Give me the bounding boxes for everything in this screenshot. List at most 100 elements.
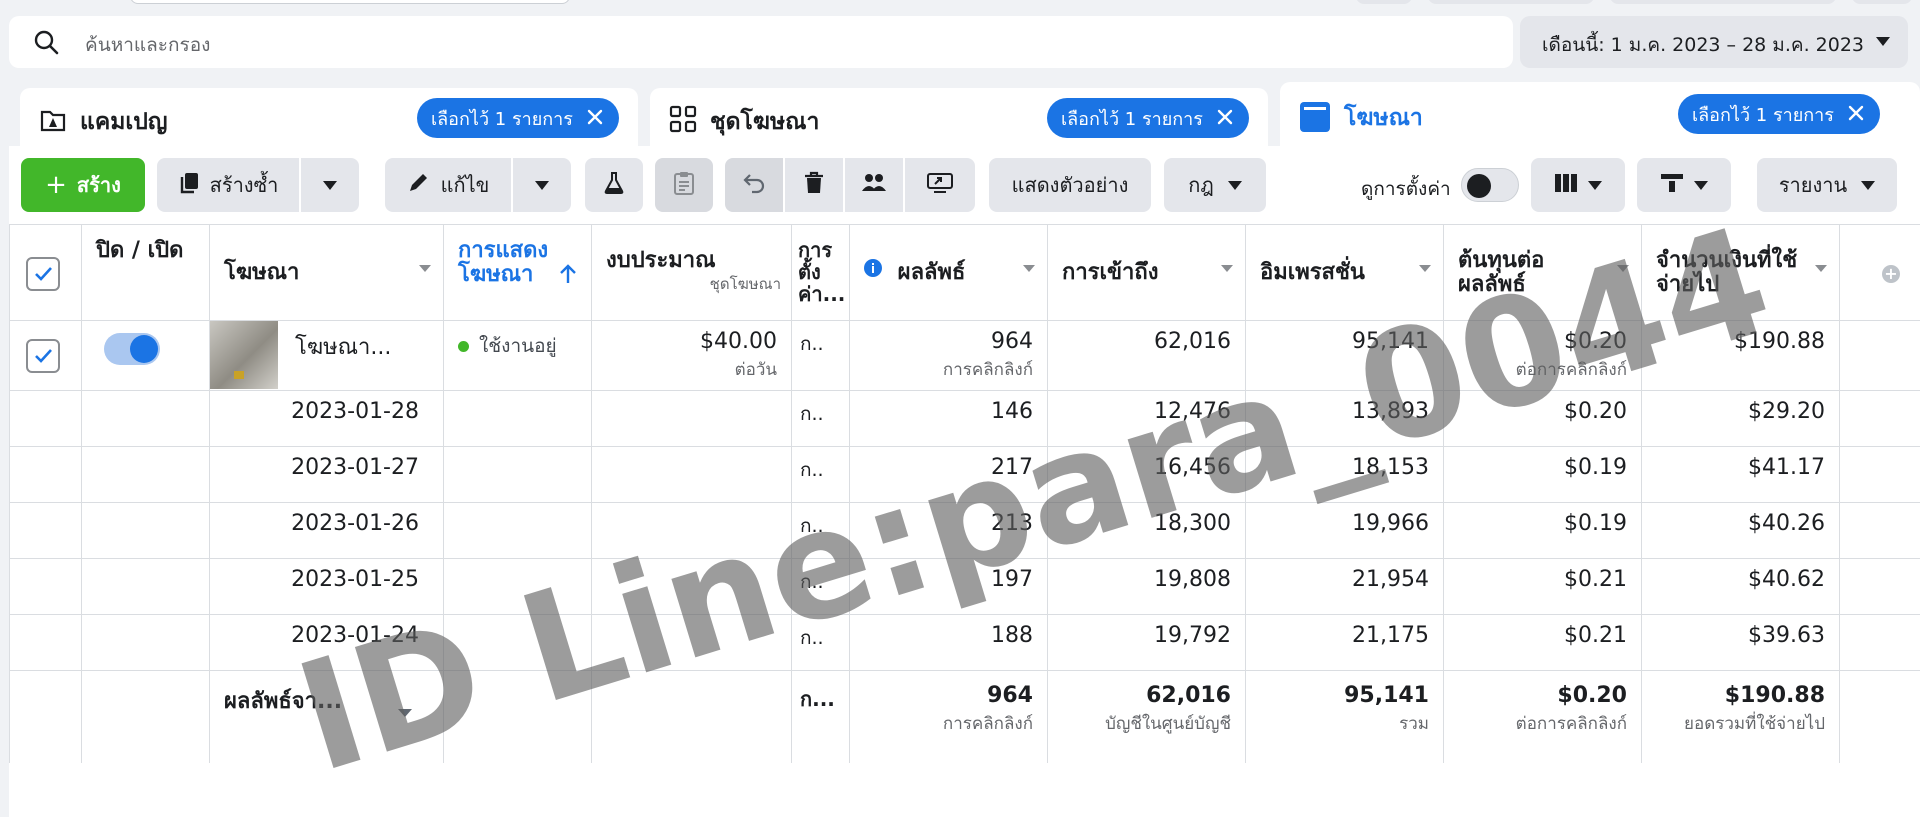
chevron-down-icon xyxy=(323,180,337,190)
edit-button[interactable]: แก้ไข xyxy=(385,158,511,212)
campaign-icon xyxy=(38,104,68,138)
spent-cell: $40.26 xyxy=(1641,502,1840,559)
empty-cell xyxy=(1839,502,1920,559)
total-cost: $0.20 xyxy=(1557,683,1627,708)
reach-cell: 62,016 xyxy=(1047,320,1246,391)
table-row[interactable]: 2023-01-25 ก.. 197 19,808 21,954 $0.21 $… xyxy=(9,558,1920,615)
add-column-icon[interactable]: + xyxy=(1882,265,1900,283)
budget-value: $40.00 xyxy=(700,329,777,354)
reports-button[interactable]: รายงาน xyxy=(1757,158,1897,212)
table-row[interactable]: โฆษณา... ใช้งานอยู่ $40.00 ต่อวัน ก.. 96… xyxy=(9,320,1920,391)
impressions-value: 19,966 xyxy=(1352,511,1429,536)
empty-cell xyxy=(1839,446,1920,503)
budget-header-sub: ชุดโฆษณา xyxy=(709,275,781,293)
chevron-down-icon[interactable] xyxy=(398,709,412,717)
view-setup-label: ดูการตั้งค่า xyxy=(1361,178,1451,200)
sort-icon[interactable] xyxy=(1023,265,1035,272)
create-button[interactable]: + สร้าง xyxy=(21,158,145,212)
info-icon[interactable] xyxy=(864,259,882,283)
empty-cell xyxy=(443,502,592,559)
ad-name[interactable]: โฆษณา... xyxy=(295,335,391,360)
empty-cell xyxy=(9,502,82,559)
table-row[interactable]: 2023-01-27 ก.. 217 16,456 18,153 $0.19 $… xyxy=(9,446,1920,503)
top-stub-input xyxy=(130,0,570,4)
view-setup-toggle[interactable] xyxy=(1461,168,1519,202)
column-header-delivery[interactable]: การแสดงโฆษณา xyxy=(443,224,592,321)
table-row[interactable]: 2023-01-28 ก.. 146 12,476 13,893 $0.20 $… xyxy=(9,390,1920,447)
results-value: 213 xyxy=(991,511,1033,536)
column-header-impressions[interactable]: อิมเพรสชั่น xyxy=(1245,224,1444,321)
empty-cell xyxy=(9,558,82,615)
ad-name-cell[interactable]: โฆษณา... xyxy=(209,320,444,391)
audience-button[interactable] xyxy=(845,158,903,212)
column-header-budget[interactable]: งบประมาณ ชุดโฆษณา xyxy=(591,224,792,321)
close-icon[interactable] xyxy=(1846,103,1866,128)
impressions-header-label: อิมเพรสชั่น xyxy=(1260,260,1365,285)
row-checkbox[interactable] xyxy=(26,339,60,373)
clipboard-button[interactable] xyxy=(655,158,713,212)
sort-icon[interactable] xyxy=(1419,265,1431,272)
adset-selected-label: เลือกไว้ 1 รายการ xyxy=(1061,108,1203,130)
sort-icon[interactable] xyxy=(419,265,431,272)
reach-value: 19,808 xyxy=(1154,567,1231,592)
columns-button[interactable] xyxy=(1531,158,1625,212)
delivery-header-label: การแสดงโฆษณา xyxy=(458,238,549,287)
total-label-cell[interactable]: ผลลัพธ์จา... xyxy=(209,670,444,763)
delete-button[interactable] xyxy=(785,158,843,212)
budget-cell: $40.00 ต่อวัน xyxy=(591,320,792,391)
onoff-cell xyxy=(81,320,210,391)
cost-value: $0.20 xyxy=(1564,329,1627,354)
breakdown-button[interactable] xyxy=(1637,158,1731,212)
reach-value: 18,300 xyxy=(1154,511,1231,536)
search-icon xyxy=(33,29,59,59)
sort-icon[interactable] xyxy=(1221,265,1233,272)
sort-icon[interactable] xyxy=(1815,265,1827,272)
breakdown-icon xyxy=(1660,173,1684,198)
table-row[interactable]: 2023-01-26 ก.. 213 18,300 19,966 $0.19 $… xyxy=(9,502,1920,559)
cost-value: $0.19 xyxy=(1564,511,1627,536)
adset-selected-pill[interactable]: เลือกไว้ 1 รายการ xyxy=(1047,98,1249,138)
column-header-reach[interactable]: การเข้าถึง xyxy=(1047,224,1246,321)
rules-button[interactable]: กฎ xyxy=(1164,158,1266,212)
duplicate-dropdown[interactable] xyxy=(301,158,359,212)
duplicate-button[interactable]: สร้างซ้ำ xyxy=(157,158,299,212)
attribution-cell: ก.. xyxy=(791,446,850,503)
column-header-cost-per-result[interactable]: ต้นทุนต่อผลลัพธ์ xyxy=(1443,224,1642,321)
campaign-selected-pill[interactable]: เลือกไว้ 1 รายการ xyxy=(417,98,619,138)
attribution-cell: ก.. xyxy=(791,390,850,447)
table-row[interactable]: 2023-01-24 ก.. 188 19,792 21,175 $0.21 $… xyxy=(9,614,1920,671)
total-results-cell: 964 การคลิกลิงก์ xyxy=(849,670,1048,763)
column-header-amount-spent[interactable]: จำนวนเงินที่ใช้จ่ายไป xyxy=(1641,224,1840,321)
impressions-cell: 13,893 xyxy=(1245,390,1444,447)
empty-cell xyxy=(591,614,792,671)
results-cell: 217 xyxy=(849,446,1048,503)
column-header-ad[interactable]: โฆษณา xyxy=(209,224,444,321)
ab-test-button[interactable] xyxy=(585,158,643,212)
column-header-onoff[interactable]: ปิด / เปิด xyxy=(81,224,210,321)
top-stub-button-4 xyxy=(1852,0,1912,4)
preview-label: แสดงตัวอย่าง xyxy=(1011,173,1129,197)
date-range-button[interactable]: เดือนนี้: 1 ม.ค. 2023 – 28 ม.ค. 2023 xyxy=(1520,16,1908,68)
empty-cell xyxy=(1839,558,1920,615)
add-column-cell: + xyxy=(1839,224,1920,321)
column-header-results[interactable]: ผลลัพธ์ xyxy=(849,224,1048,321)
reports-label: รายงาน xyxy=(1778,173,1848,197)
close-icon[interactable] xyxy=(585,107,605,132)
sort-icon[interactable] xyxy=(1617,265,1629,272)
search-bar[interactable]: ค้นหาและกรอง xyxy=(9,16,1513,68)
undo-button[interactable] xyxy=(725,158,783,212)
total-results-sub: การคลิกลิงก์ xyxy=(942,714,1033,734)
search-input[interactable]: ค้นหาและกรอง xyxy=(85,30,210,60)
ad-selected-pill[interactable]: เลือกไว้ 1 รายการ xyxy=(1678,94,1880,134)
preview-button[interactable]: แสดงตัวอย่าง xyxy=(989,158,1151,212)
column-header-attribution[interactable]: การตั้งค่า... xyxy=(791,224,850,321)
onoff-header-label: ปิด / เปิด xyxy=(96,238,184,263)
ad-onoff-toggle[interactable] xyxy=(104,333,160,365)
close-icon[interactable] xyxy=(1215,107,1235,132)
row-date: 2023-01-28 xyxy=(291,399,419,424)
empty-cell xyxy=(1839,614,1920,671)
move-button[interactable] xyxy=(905,158,975,212)
select-all-checkbox[interactable] xyxy=(26,257,60,291)
edit-dropdown[interactable] xyxy=(513,158,571,212)
budget-sub: ต่อวัน xyxy=(734,360,777,380)
